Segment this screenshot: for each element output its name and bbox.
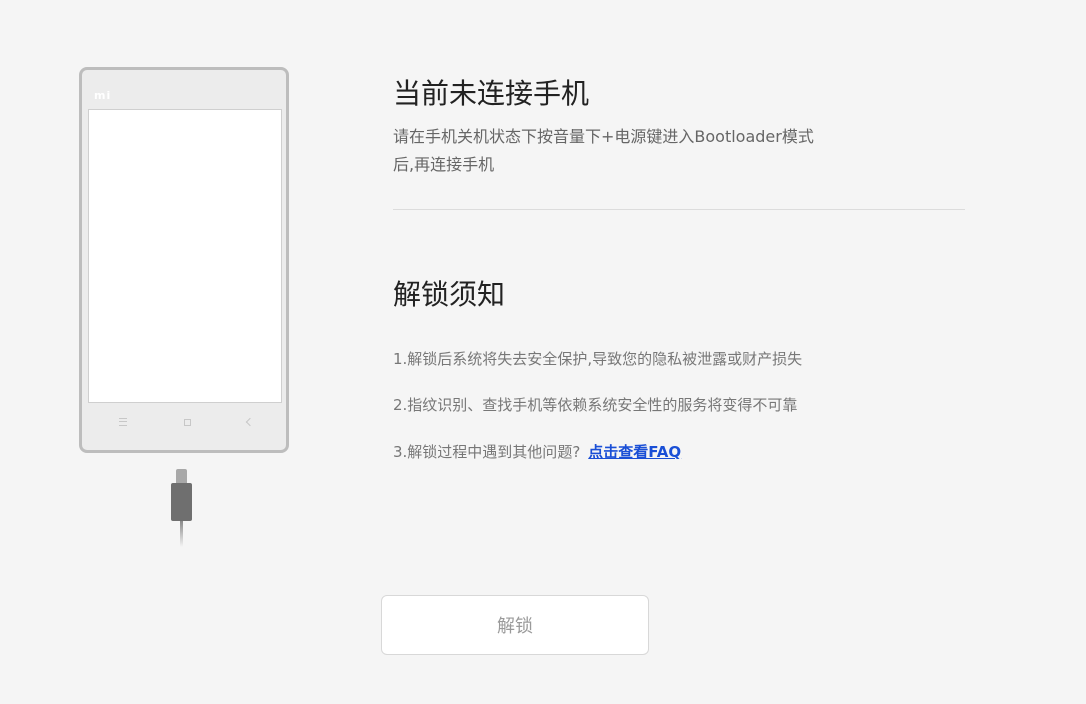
phone-screen [88, 109, 282, 403]
usb-cable-icon [180, 521, 183, 547]
usb-connector-body [171, 483, 192, 521]
instructions-line-1: 请在手机关机状态下按音量下+电源键进入Bootloader模式 [393, 127, 814, 146]
notice-item-2: 2.指纹识别、查找手机等依赖系统安全性的服务将变得不可靠 [393, 396, 798, 414]
back-icon [241, 415, 257, 429]
faq-link[interactable]: 点击查看FAQ [588, 443, 681, 461]
connection-instructions: 请在手机关机状态下按音量下+电源键进入Bootloader模式 后,再连接手机 [393, 123, 953, 179]
usb-connector-tip [176, 469, 187, 483]
notice-item-3-text: 3.解锁过程中遇到其他问题? [393, 443, 581, 461]
unlock-notice-title: 解锁须知 [393, 278, 506, 311]
connection-status-title: 当前未连接手机 [393, 77, 590, 110]
mi-logo: mi [94, 89, 112, 102]
section-divider [393, 209, 965, 210]
phone-nav-bar [88, 407, 282, 437]
menu-icon [115, 415, 131, 429]
home-icon [179, 415, 195, 429]
phone-illustration: mi [79, 67, 289, 453]
notice-item-1: 1.解锁后系统将失去安全保护,导致您的隐私被泄露或财产损失 [393, 350, 803, 368]
notice-item-3: 3.解锁过程中遇到其他问题? 点击查看FAQ [393, 441, 681, 463]
instructions-line-2: 后,再连接手机 [393, 155, 495, 174]
unlock-button[interactable]: 解锁 [381, 595, 649, 655]
